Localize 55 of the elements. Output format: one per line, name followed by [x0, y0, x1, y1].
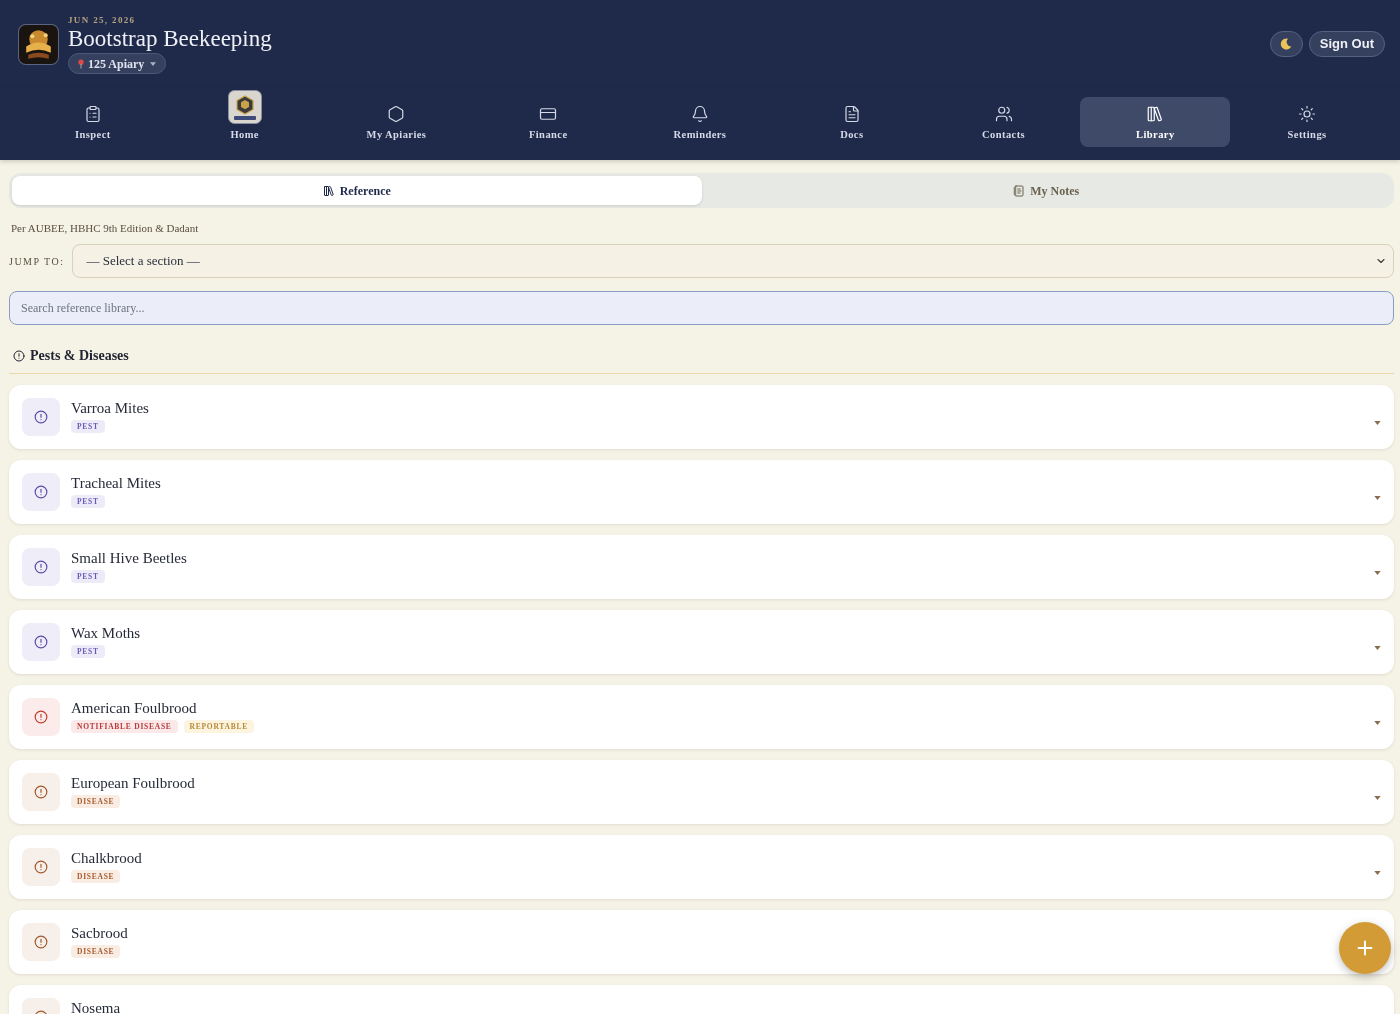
section-title: Pests & Diseases — [30, 347, 129, 365]
clipboard-icon — [83, 105, 102, 123]
source-note: Per AUBEE, HBHC 9th Edition & Dadant — [10, 221, 200, 235]
search-field[interactable]: Search reference library... — [9, 291, 1394, 325]
books-icon — [322, 184, 335, 197]
alert-tile-icon — [22, 923, 60, 961]
reference-card[interactable]: Nosema — [9, 985, 1394, 1014]
section-select[interactable]: — Select a section — — [72, 244, 1394, 278]
nav-item[interactable]: Inspect — [17, 97, 168, 147]
hexagon-tile-icon — [227, 90, 262, 124]
item-title: European Foulbrood — [71, 775, 195, 791]
item-title: Sacbrood — [71, 925, 128, 941]
sign-out-button[interactable]: Sign Out — [1308, 31, 1385, 57]
alert-tile-icon — [22, 773, 60, 811]
caret-icon — [150, 61, 157, 66]
alert-tile-icon — [22, 848, 60, 886]
books-icon — [1146, 105, 1165, 123]
nav-item[interactable]: Library — [1080, 97, 1231, 147]
nav-item[interactable]: Contacts — [928, 97, 1079, 147]
item-title: Varroa Mites — [71, 400, 149, 416]
theme-toggle-button[interactable] — [1269, 31, 1303, 57]
nav-item[interactable]: Finance — [473, 97, 624, 147]
document-icon — [842, 105, 861, 123]
tab[interactable]: My Notes — [701, 176, 1391, 205]
alert-icon — [13, 350, 25, 362]
nav-item[interactable]: Settings — [1232, 97, 1383, 147]
nav-item[interactable]: My Apiaries — [321, 97, 472, 147]
item-title: Chalkbrood — [71, 850, 142, 866]
item-title: Tracheal Mites — [71, 475, 161, 491]
sun-icon — [1298, 105, 1317, 123]
alert-tile-icon — [22, 473, 60, 511]
date-label: JUN 25, 2026 — [68, 14, 136, 26]
item-title: Small Hive Beetles — [71, 550, 187, 566]
nav-item[interactable]: Docs — [776, 97, 927, 147]
users-icon — [994, 105, 1013, 123]
moon-icon — [1280, 38, 1293, 50]
nav-item[interactable]: Reminders — [625, 97, 775, 147]
item-title: Nosema — [71, 1000, 121, 1014]
alert-tile-icon — [22, 548, 60, 586]
app-title: Bootstrap Beekeeping — [68, 26, 272, 52]
hexagon-icon — [387, 105, 406, 123]
item-title: American Foulbrood — [71, 700, 197, 716]
pin-icon — [78, 58, 84, 69]
alert-tile-icon — [22, 398, 60, 436]
jump-to-label: JUMP TO: — [9, 254, 65, 269]
bell-icon — [691, 105, 709, 123]
alert-tile-icon — [22, 623, 60, 661]
nav-item[interactable]: Home — [169, 90, 320, 147]
apiary-picker[interactable]: 125 Apiary — [68, 53, 167, 74]
logo-icon — [18, 23, 59, 65]
tab[interactable]: Reference — [12, 176, 702, 205]
credit-card-icon — [539, 105, 558, 123]
notes-icon — [1013, 184, 1026, 197]
item-title: Wax Moths — [71, 625, 141, 641]
alert-tile-icon — [22, 698, 60, 736]
